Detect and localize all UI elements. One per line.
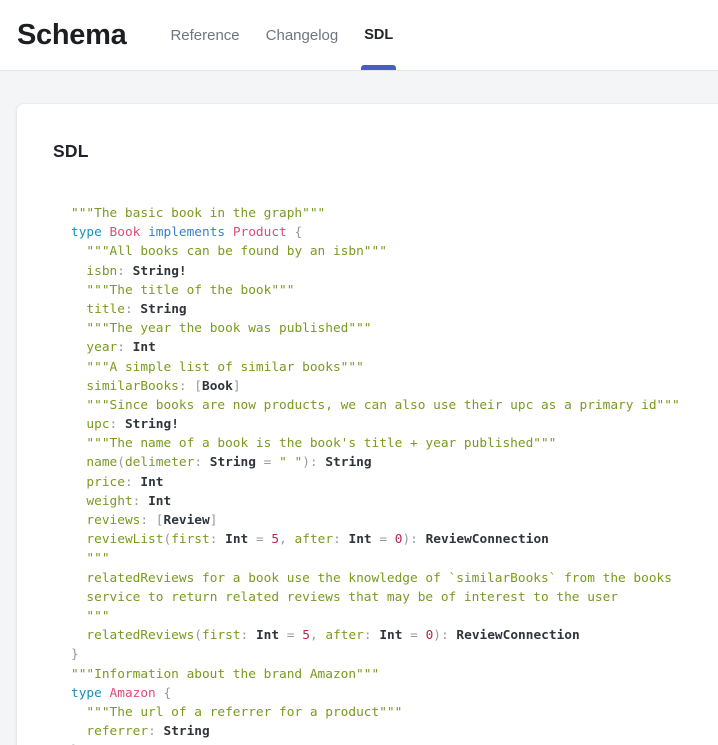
active-tab-underline xyxy=(361,65,396,70)
code-line: relatedReviews(first: Int = 5, after: In… xyxy=(71,626,718,645)
tab-bar: Reference Changelog SDL xyxy=(157,0,406,70)
code-line: """The url of a referrer for a product""… xyxy=(71,703,718,722)
code-line: upc: String! xyxy=(71,415,718,434)
code-line: reviewList(first: Int = 5, after: Int = … xyxy=(71,530,718,549)
page-header: Schema Reference Changelog SDL xyxy=(0,0,718,71)
tab-reference-label: Reference xyxy=(170,27,239,44)
tab-sdl[interactable]: SDL xyxy=(351,0,406,70)
code-line: isbn: String! xyxy=(71,262,718,281)
code-line: """The name of a book is the book's titl… xyxy=(71,434,718,453)
code-line: year: Int xyxy=(71,338,718,357)
code-line: } xyxy=(71,645,718,664)
code-line: referrer: String xyxy=(71,722,718,741)
code-line: weight: Int xyxy=(71,492,718,511)
code-line: name(delimeter: String = " "): String xyxy=(71,453,718,472)
sdl-panel-heading: SDL xyxy=(53,141,718,162)
code-line: type Book implements Product { xyxy=(71,223,718,242)
code-line: } xyxy=(71,741,718,745)
code-line: type Amazon { xyxy=(71,684,718,703)
main-area: SDL """The basic book in the graph"""typ… xyxy=(0,71,718,745)
sdl-panel: SDL """The basic book in the graph"""typ… xyxy=(16,103,718,745)
code-line: """The year the book was published""" xyxy=(71,319,718,338)
code-line: title: String xyxy=(71,300,718,319)
code-line: similarBooks: [Book] xyxy=(71,377,718,396)
tab-sdl-label: SDL xyxy=(364,27,393,43)
code-line: reviews: [Review] xyxy=(71,511,718,530)
tab-reference[interactable]: Reference xyxy=(157,0,252,70)
page-title: Schema xyxy=(17,19,126,52)
code-line: service to return related reviews that m… xyxy=(71,588,718,607)
code-line: """ xyxy=(71,549,718,568)
code-line: """All books can be found by an isbn""" xyxy=(71,242,718,261)
code-line: """The basic book in the graph""" xyxy=(71,204,718,223)
code-line: """ xyxy=(71,607,718,626)
tab-changelog-label: Changelog xyxy=(266,27,339,44)
sdl-code: """The basic book in the graph"""type Bo… xyxy=(71,204,718,745)
code-line: """The title of the book""" xyxy=(71,281,718,300)
code-line: """A simple list of similar books""" xyxy=(71,358,718,377)
code-line: price: Int xyxy=(71,473,718,492)
tab-changelog[interactable]: Changelog xyxy=(253,0,352,70)
code-line: """Since books are now products, we can … xyxy=(71,396,718,415)
code-line: relatedReviews for a book use the knowle… xyxy=(71,569,718,588)
code-line: """Information about the brand Amazon""" xyxy=(71,665,718,684)
